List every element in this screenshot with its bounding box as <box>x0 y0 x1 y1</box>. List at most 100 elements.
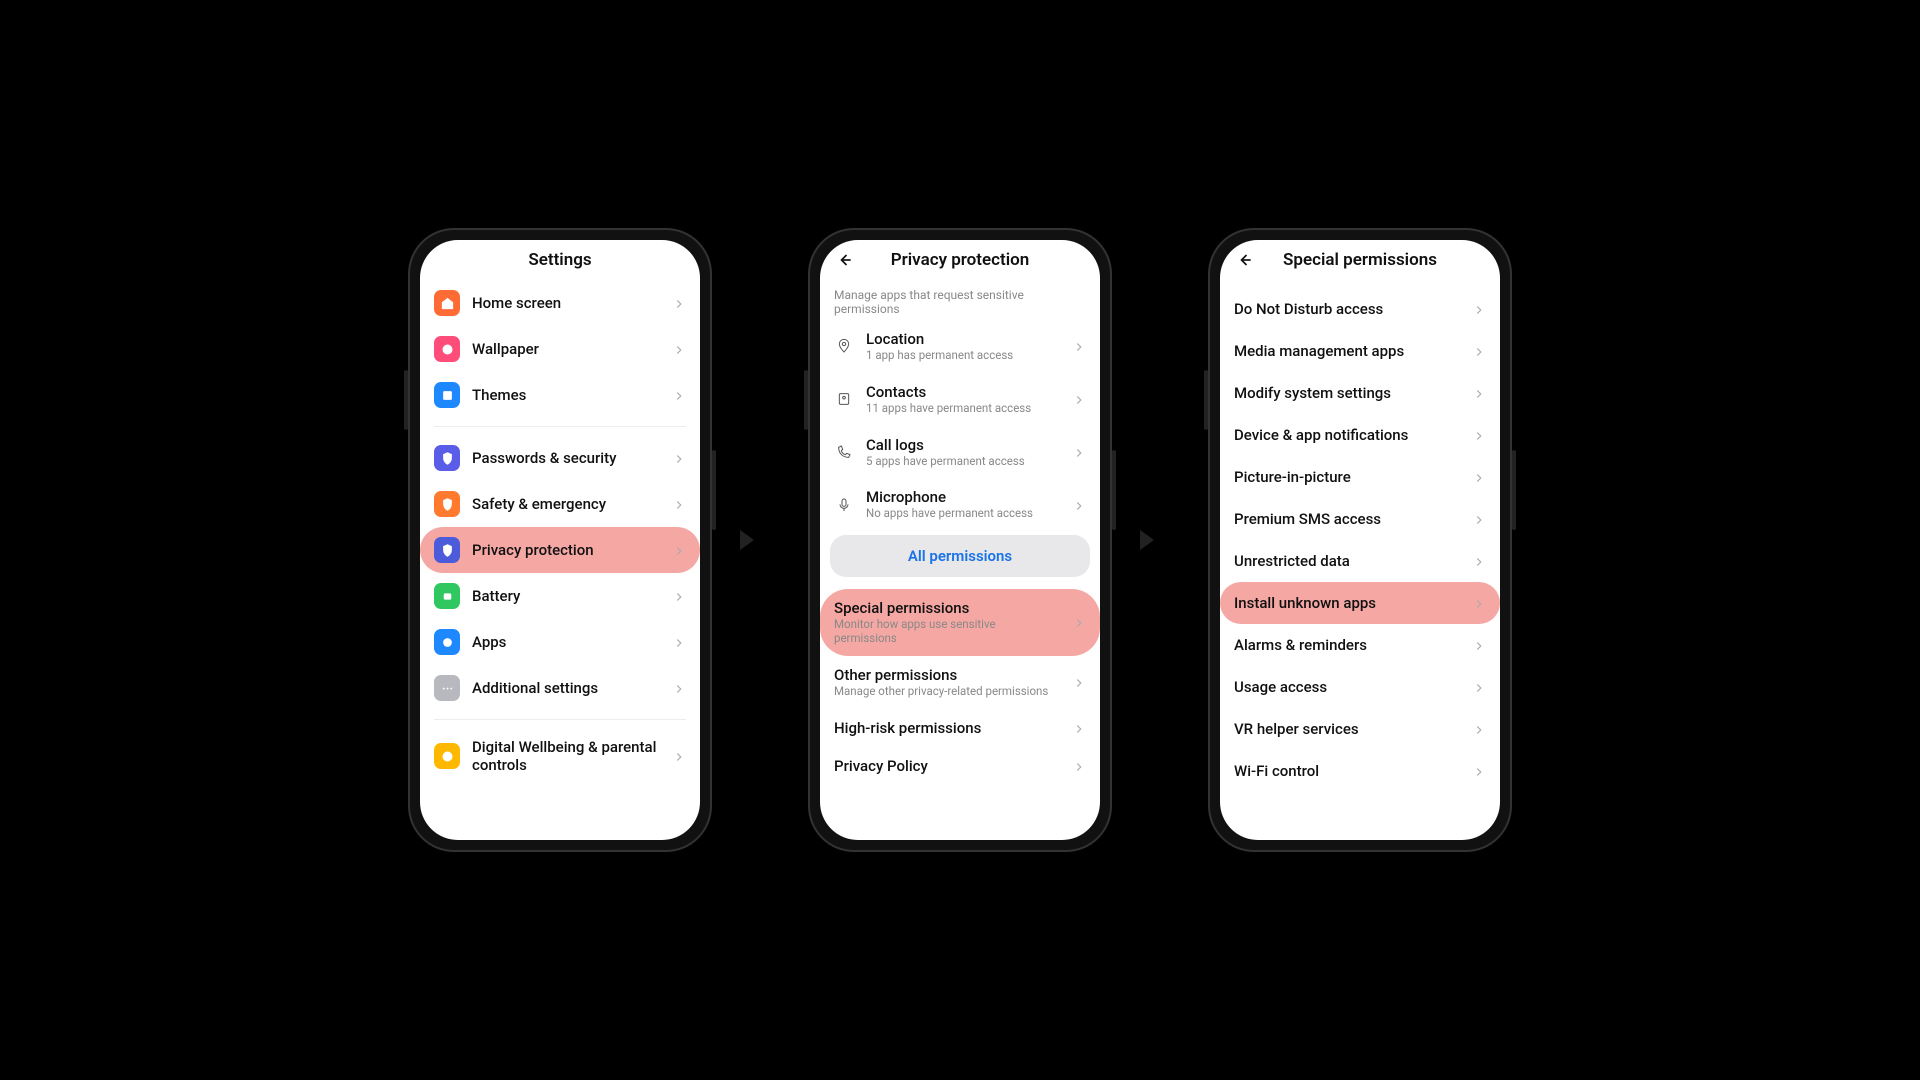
chevron-right-icon <box>672 451 686 465</box>
chevron-right-icon <box>1072 721 1086 735</box>
chevron-right-icon <box>672 497 686 511</box>
header: Settings <box>420 240 700 280</box>
row-install-unknown-apps[interactable]: Install unknown apps <box>1220 582 1500 624</box>
chevron-right-icon <box>672 635 686 649</box>
microphone-icon <box>834 495 854 515</box>
chevron-right-icon <box>1472 512 1486 526</box>
phone-icon <box>834 442 854 462</box>
all-permissions-button[interactable]: All permissions <box>830 535 1090 577</box>
row-battery[interactable]: Battery <box>430 573 690 619</box>
chevron-right-icon <box>672 388 686 402</box>
row-subtitle: Manage other privacy-related permissions <box>834 685 1060 699</box>
row-label: VR helper services <box>1234 720 1460 738</box>
row-label: Safety & emergency <box>472 495 660 513</box>
phone-privacy-protection: Privacy protection Manage apps that requ… <box>810 230 1110 850</box>
row-label: Alarms & reminders <box>1234 636 1460 654</box>
row-label: Additional settings <box>472 679 660 697</box>
chevron-right-icon <box>1472 386 1486 400</box>
chevron-right-icon <box>1072 498 1086 512</box>
row-contacts[interactable]: Contacts 11 apps have permanent access <box>830 373 1090 426</box>
chevron-right-icon <box>1072 759 1086 773</box>
row-themes[interactable]: Themes <box>430 372 690 418</box>
row-usage-access[interactable]: Usage access <box>1230 666 1490 708</box>
chevron-right-icon <box>1472 764 1486 778</box>
screen-special-permissions: Special permissions Do Not Disturb acces… <box>1220 240 1500 840</box>
phone-settings: Settings Home screen Wallpaper Themes <box>410 230 710 850</box>
row-special-permissions[interactable]: Special permissions Monitor how apps use… <box>820 589 1100 656</box>
row-privacy-protection[interactable]: Privacy protection <box>420 527 700 573</box>
back-button[interactable] <box>834 250 854 270</box>
section-hint: Manage apps that request sensitive permi… <box>830 280 1090 320</box>
header: Special permissions <box>1220 240 1500 280</box>
chevron-right-icon <box>672 543 686 557</box>
row-subtitle: Monitor how apps use sensitive permissio… <box>834 618 1060 646</box>
chevron-right-icon <box>672 342 686 356</box>
row-safety-emergency[interactable]: Safety & emergency <box>430 481 690 527</box>
row-picture-in-picture[interactable]: Picture-in-picture <box>1230 456 1490 498</box>
row-label: Modify system settings <box>1234 384 1460 402</box>
row-label: Other permissions <box>834 666 1060 684</box>
themes-icon <box>434 382 460 408</box>
row-alarms-reminders[interactable]: Alarms & reminders <box>1230 624 1490 666</box>
row-label: Contacts <box>866 383 1060 401</box>
apps-icon <box>434 629 460 655</box>
row-label: Battery <box>472 587 660 605</box>
privacy-icon <box>434 537 460 563</box>
row-label: Wi-Fi control <box>1234 762 1460 780</box>
row-location[interactable]: Location 1 app has permanent access <box>830 320 1090 373</box>
row-high-risk-permissions[interactable]: High-risk permissions <box>830 709 1090 747</box>
settings-list: Home screen Wallpaper Themes Passwords &… <box>420 280 700 840</box>
row-label: Install unknown apps <box>1234 594 1460 612</box>
row-modify-system-settings[interactable]: Modify system settings <box>1230 372 1490 414</box>
row-digital-wellbeing[interactable]: Digital Wellbeing & parental controls <box>430 728 690 784</box>
screen-settings: Settings Home screen Wallpaper Themes <box>420 240 700 840</box>
chevron-right-icon <box>1472 344 1486 358</box>
row-unrestricted-data[interactable]: Unrestricted data <box>1230 540 1490 582</box>
arrow-icon <box>740 525 780 555</box>
row-microphone[interactable]: Microphone No apps have permanent access <box>830 478 1090 531</box>
location-icon <box>834 336 854 356</box>
row-label: Digital Wellbeing & parental controls <box>472 738 660 774</box>
row-other-permissions[interactable]: Other permissions Manage other privacy-r… <box>830 656 1090 709</box>
page-title: Special permissions <box>1283 250 1437 270</box>
chevron-right-icon <box>672 589 686 603</box>
page-title: Privacy protection <box>891 250 1030 270</box>
row-call-logs[interactable]: Call logs 5 apps have permanent access <box>830 426 1090 479</box>
row-label: Themes <box>472 386 660 404</box>
chevron-right-icon <box>1472 596 1486 610</box>
row-premium-sms[interactable]: Premium SMS access <box>1230 498 1490 540</box>
row-apps[interactable]: Apps <box>430 619 690 665</box>
row-home-screen[interactable]: Home screen <box>430 280 690 326</box>
screen-privacy: Privacy protection Manage apps that requ… <box>820 240 1100 840</box>
row-privacy-policy[interactable]: Privacy Policy <box>830 747 1090 785</box>
chevron-right-icon <box>672 749 686 763</box>
row-label: High-risk permissions <box>834 719 1060 737</box>
chevron-right-icon <box>1472 470 1486 484</box>
row-wifi-control[interactable]: Wi-Fi control <box>1230 750 1490 792</box>
row-label: Device & app notifications <box>1234 426 1460 444</box>
row-device-app-notifications[interactable]: Device & app notifications <box>1230 414 1490 456</box>
chevron-right-icon <box>1072 339 1086 353</box>
chevron-right-icon <box>1472 680 1486 694</box>
row-dnd-access[interactable]: Do Not Disturb access <box>1230 288 1490 330</box>
chevron-right-icon <box>672 681 686 695</box>
row-wallpaper[interactable]: Wallpaper <box>430 326 690 372</box>
header: Privacy protection <box>820 240 1100 280</box>
chevron-right-icon <box>1472 722 1486 736</box>
wallpaper-icon <box>434 336 460 362</box>
row-label: Media management apps <box>1234 342 1460 360</box>
chevron-right-icon <box>1072 615 1086 629</box>
page-title: Settings <box>528 250 591 270</box>
back-button[interactable] <box>1234 250 1254 270</box>
row-label: Microphone <box>866 488 1060 506</box>
chevron-right-icon <box>1472 554 1486 568</box>
divider <box>434 426 686 427</box>
row-passwords-security[interactable]: Passwords & security <box>430 435 690 481</box>
row-label: Wallpaper <box>472 340 660 358</box>
row-label: Home screen <box>472 294 660 312</box>
row-vr-helper-services[interactable]: VR helper services <box>1230 708 1490 750</box>
row-subtitle: No apps have permanent access <box>866 507 1060 521</box>
row-media-management[interactable]: Media management apps <box>1230 330 1490 372</box>
row-label: Premium SMS access <box>1234 510 1460 528</box>
row-additional-settings[interactable]: Additional settings <box>430 665 690 711</box>
